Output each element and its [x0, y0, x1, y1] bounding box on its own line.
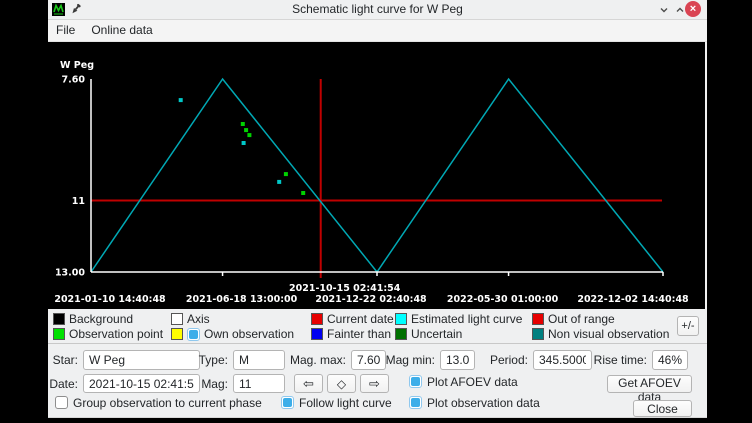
- own-observation-checkbox[interactable]: [187, 328, 200, 341]
- legend-label: Own observation: [204, 327, 294, 341]
- follow-light-curve-checkbox[interactable]: [281, 396, 294, 409]
- group-observation-label: Group observation to current phase: [73, 396, 262, 410]
- legend-label: Observation point: [69, 327, 163, 341]
- fainter-than-swatch: [311, 328, 323, 340]
- non-visual-observation-swatch: [532, 328, 544, 340]
- plot-afoev-checkbox[interactable]: [409, 375, 422, 388]
- estimated-light-curve-swatch: [395, 313, 407, 325]
- legend-label: Estimated light curve: [411, 312, 522, 326]
- x-tick-label: 2022-12-02 14:40:48: [577, 294, 689, 305]
- observation-points: [301, 191, 305, 195]
- follow-light-curve-label: Follow light curve: [299, 396, 392, 410]
- x-tick-label: 2021-12-22 02:40:48: [315, 294, 427, 305]
- legend-label: Non visual observation: [548, 327, 669, 341]
- phase-button[interactable]: ◇: [327, 374, 356, 393]
- own-observation-swatch: [171, 328, 183, 340]
- observation-points: [284, 172, 288, 176]
- type-label: Type:: [168, 350, 228, 370]
- observation-points: [241, 122, 245, 126]
- minimize-button[interactable]: [656, 2, 672, 17]
- light-curve-canvas[interactable]: 2021-01-10 14:40:482021-06-18 13:00:0020…: [48, 42, 705, 309]
- legend-item-own-observation: Own observation: [171, 327, 294, 341]
- background-swatch: [53, 313, 65, 325]
- legend-label: Axis: [187, 312, 210, 326]
- legend-label: Fainter than: [327, 327, 391, 341]
- legend-item-uncertain: Uncertain: [395, 327, 462, 341]
- legend-item-current-date: Current date: [311, 312, 394, 326]
- app-window: Schematic light curve for W Peg × File O…: [48, 0, 707, 418]
- uncertain-swatch: [395, 328, 407, 340]
- observation-point-swatch: [53, 328, 65, 340]
- plot-title: W Peg: [60, 60, 94, 71]
- out-of-range-swatch: [532, 313, 544, 325]
- x-tick-label: 2021-06-18 13:00:00: [186, 294, 298, 305]
- window-title: Schematic light curve for W Peg: [48, 0, 707, 19]
- rise-time-input[interactable]: [652, 350, 688, 370]
- non-visual-points: [242, 141, 246, 145]
- mag-min-label: Mag min:: [378, 350, 435, 370]
- y-tick-label: 7.60: [62, 75, 86, 86]
- legend: Background Observation point Axis Own ob…: [48, 309, 707, 344]
- x-tick-label: 2021-01-10 14:40:48: [54, 294, 166, 305]
- legend-label: Uncertain: [411, 327, 462, 341]
- observation-points: [247, 133, 251, 137]
- legend-label: Background: [69, 312, 133, 326]
- close-button[interactable]: Close: [633, 400, 692, 417]
- current-date-label: 2021-10-15 02:41:54: [289, 283, 401, 294]
- mag-min-input[interactable]: [440, 350, 475, 370]
- plot-observation-label: Plot observation data: [427, 396, 540, 410]
- menubar: File Online data: [48, 20, 707, 42]
- close-window-button[interactable]: ×: [685, 1, 701, 17]
- y-tick-label: 13.00: [55, 268, 85, 279]
- mag-label: Mag:: [168, 374, 228, 394]
- mag-input[interactable]: [233, 374, 285, 393]
- titlebar[interactable]: Schematic light curve for W Peg ×: [48, 0, 707, 20]
- legend-expand-button[interactable]: +/-: [677, 316, 699, 336]
- menu-online-data[interactable]: Online data: [83, 20, 160, 41]
- control-form: Star: Type: Mag. max: Mag min: Period: R…: [48, 344, 707, 421]
- step-back-button[interactable]: ⇦: [294, 374, 323, 393]
- estimated-light-curve: [91, 79, 663, 272]
- legend-item-background: Background: [53, 312, 133, 326]
- plot-observation-checkbox[interactable]: [409, 396, 422, 409]
- legend-item-axis: Axis: [171, 312, 210, 326]
- axis-swatch: [171, 313, 183, 325]
- rise-time-label: Rise time:: [583, 350, 647, 370]
- star-label: Star:: [48, 350, 78, 370]
- legend-label: Out of range: [548, 312, 615, 326]
- observation-points: [244, 128, 248, 132]
- legend-item-observation-point: Observation point: [53, 327, 163, 341]
- legend-item-non-visual-observation: Non visual observation: [532, 327, 669, 341]
- group-observation-checkbox[interactable]: [55, 396, 68, 409]
- get-afoev-data-button[interactable]: Get AFOEV data: [607, 375, 692, 393]
- desktop: { "window": { "title": "Schematic light …: [0, 0, 752, 423]
- chevron-down-icon: [659, 5, 669, 15]
- legend-item-fainter-than: Fainter than: [311, 327, 391, 341]
- menu-file[interactable]: File: [48, 20, 83, 41]
- period-label: Period:: [478, 350, 528, 370]
- step-forward-button[interactable]: ⇨: [360, 374, 389, 393]
- plot-afoev-label: Plot AFOEV data: [427, 375, 518, 389]
- date-label: Date:: [48, 374, 78, 394]
- mag-max-label: Mag. max:: [278, 350, 346, 370]
- legend-label: Current date: [327, 312, 394, 326]
- non-visual-points: [179, 98, 183, 102]
- chevron-up-icon: [675, 5, 685, 15]
- legend-item-estimated-light-curve: Estimated light curve: [395, 312, 522, 326]
- non-visual-points: [277, 180, 281, 184]
- light-curve-plot[interactable]: 2021-01-10 14:40:482021-06-18 13:00:0020…: [48, 42, 707, 309]
- y-tick-label: 11: [72, 196, 85, 207]
- legend-item-out-of-range: Out of range: [532, 312, 615, 326]
- x-tick-label: 2022-05-30 01:00:00: [447, 294, 559, 305]
- current-date-swatch: [311, 313, 323, 325]
